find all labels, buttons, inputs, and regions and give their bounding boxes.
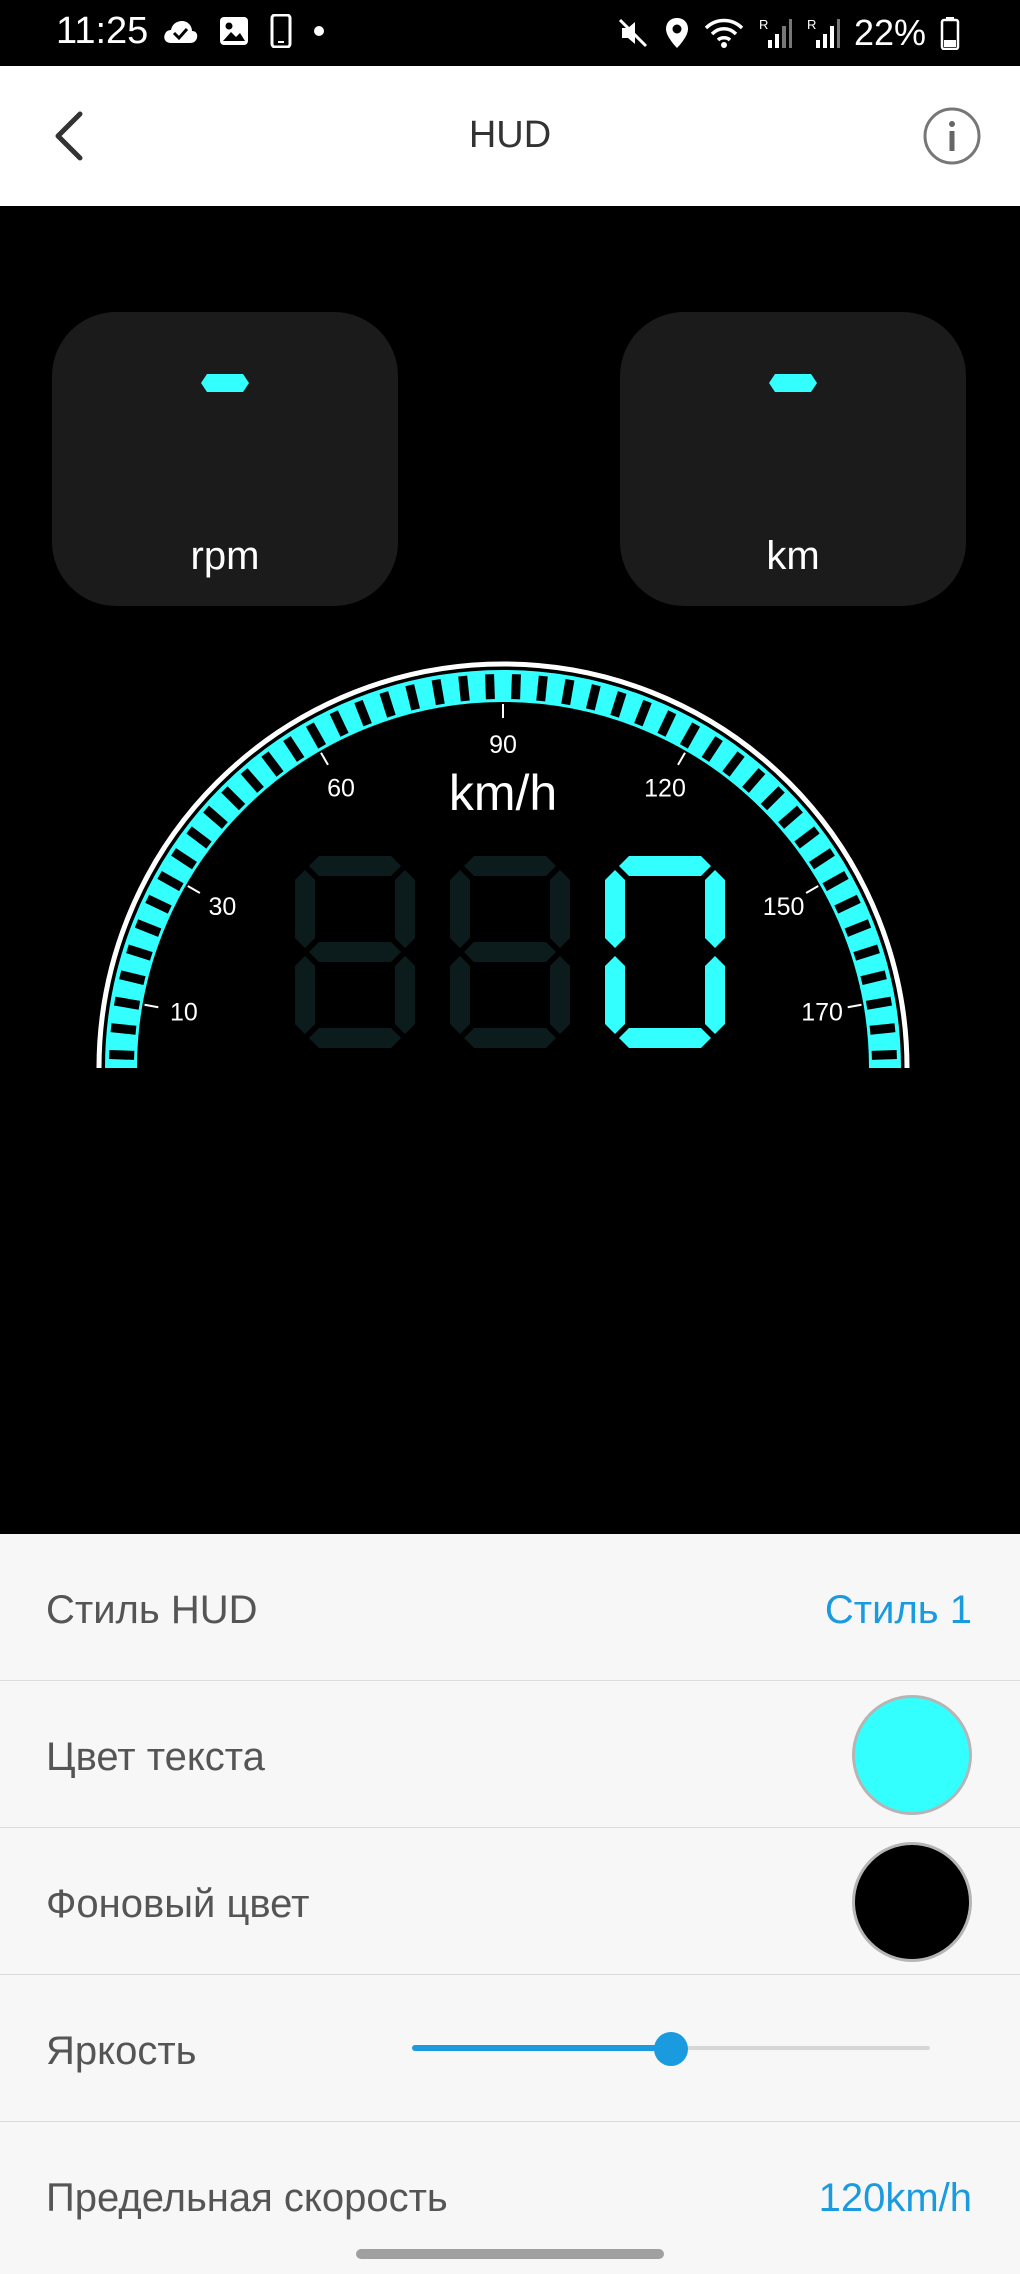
gauge-tick-label: 90 [489,731,517,759]
digit-segment [295,870,315,948]
settings-list: Стиль HUD Стиль 1 Цвет текста Фоновый цв… [0,1534,1020,2269]
digit-segment [295,956,315,1034]
brightness-label: Яркость [46,2029,197,2073]
status-bar: 11:25 R R 22% [0,0,1020,66]
gauge-segment [109,1050,135,1060]
speed-readout [295,856,725,1048]
location-icon [665,18,688,48]
digit-segment [309,1028,401,1048]
digit-segment [464,1028,556,1048]
gauge-segment [871,1050,897,1060]
battery-icon [940,17,960,50]
gauge-minor-tick [187,885,201,894]
info-button[interactable] [922,106,982,166]
gauge-tick-label: 30 [209,893,237,921]
speed-digit [605,856,725,1048]
cloud-check-icon [164,21,198,43]
gauge-segment [110,1023,137,1035]
digit-segment [450,870,470,948]
status-notification-icons [162,14,326,48]
page-title: HUD [468,114,552,156]
hud-style-row[interactable]: Стиль HUD Стиль 1 [0,1534,1020,1681]
status-time: 11:25 [56,10,149,52]
gauge-segment [119,970,146,986]
signal-r2-icon: R [807,17,840,48]
speed-limit-row[interactable]: Предельная скорость 120km/h [0,2122,1020,2269]
signal-r-icon: R [759,17,792,48]
info-icon [923,107,981,165]
digit-segment [550,870,570,948]
gauge-segment [869,1023,896,1035]
battery-percent: 22% [853,12,926,53]
gauge-minor-tick [805,885,819,894]
digit-segment [464,942,556,962]
digit-segment [605,870,625,948]
gauge-segment [865,996,893,1010]
status-system-icons: R R 22% [616,12,960,54]
background-color-label: Фоновый цвет [46,1882,310,1926]
speed-gauge: 10 30 60 90 120 150 170 km/h [96,661,910,1069]
background-color-swatch[interactable] [852,1842,972,1962]
gauge-minor-tick [144,1003,159,1009]
text-color-label: Цвет текста [46,1735,265,1779]
gauge-tick-label: 10 [170,999,198,1027]
gauge-segment [561,678,575,706]
app-bar: HUD [0,66,1020,206]
gallery-icon [220,17,248,45]
home-indicator[interactable] [356,2249,664,2259]
digit-segment [705,870,725,948]
brightness-row: Яркость [0,1975,1020,2122]
speed-digit [295,856,415,1048]
digit-segment [395,956,415,1034]
hud-preview: - rpm - km 10306090120150170 km/h [0,206,1020,1534]
gauge-segment [405,684,421,711]
svg-text:R: R [759,17,768,32]
hud-style-value[interactable]: Стиль 1 [825,1588,972,1633]
speed-limit-label: Предельная скорость [46,2176,448,2220]
gauge-segment [431,678,445,706]
background-color-row[interactable]: Фоновый цвет [0,1828,1020,1975]
speed-unit-label: km/h [449,765,557,821]
gauge-segment [458,675,470,702]
gauge-minor-tick [847,1003,862,1009]
gauge-minor-tick [320,752,329,766]
gauge-tick-label: 120 [644,774,686,802]
svg-text:R: R [807,17,816,32]
text-color-row[interactable]: Цвет текста [0,1681,1020,1828]
speed-limit-value[interactable]: 120km/h [819,2176,972,2221]
digit-segment [619,1028,711,1048]
digit-segment [605,956,625,1034]
gauge-segment [585,684,601,711]
hud-style-label: Стиль HUD [46,1588,258,1632]
gauge-segment [536,675,548,702]
brightness-slider-fill [412,2045,671,2051]
mute-icon [618,18,647,48]
digit-segment [550,956,570,1034]
digit-segment [464,856,556,876]
gauge-tick-label: 60 [327,774,355,802]
gauge-minor-tick [677,752,686,766]
digit-segment [309,856,401,876]
gauge-segment [860,970,887,986]
gauge-segment [485,674,495,700]
brightness-slider-thumb[interactable] [654,2032,688,2066]
digit-segment [395,870,415,948]
digit-segment [450,956,470,1034]
gauge-tick-label: 150 [763,893,805,921]
speed-digit [450,856,570,1048]
dot-icon [314,26,324,36]
gauge-segment [113,996,141,1010]
gauge-segment [511,674,521,700]
gauge-tick-label: 170 [801,999,843,1027]
phone-icon [270,14,292,48]
digit-segment [309,942,401,962]
text-color-swatch[interactable] [852,1695,972,1815]
digit-segment [705,956,725,1034]
digit-segment [619,856,711,876]
brightness-slider[interactable] [412,2032,930,2066]
wifi-icon [704,18,744,48]
